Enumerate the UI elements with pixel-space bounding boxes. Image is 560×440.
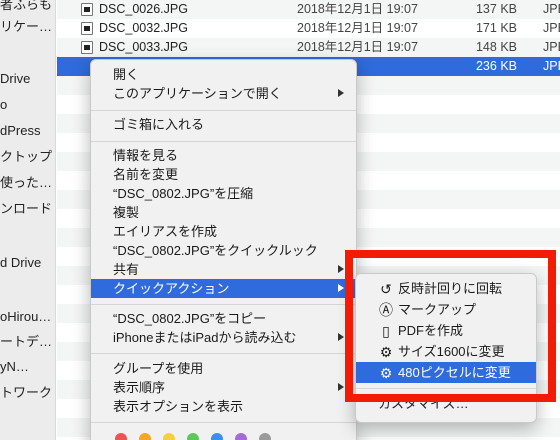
menu-item-quick-look[interactable]: “DSC_0802.JPG”をクイックルック [91, 241, 356, 260]
context-menu: 開く このアプリケーションで開く ゴミ箱に入れる 情報を見る 名前を変更 “DS… [90, 59, 357, 440]
submenu-item-label: マークアップ [398, 302, 477, 317]
submenu-item-resize-480[interactable]: ⚙ 480ピクセルに変更 [356, 362, 536, 383]
file-size: 137 KB [475, 2, 517, 16]
menu-item-use-groups[interactable]: グループを使用 [91, 359, 356, 378]
menu-item-import-from-iphone[interactable]: iPhoneまたはiPadから読み込む [91, 328, 356, 347]
file-kind: JPE [543, 2, 560, 16]
menu-item-open-with[interactable]: このアプリケーションで開く [91, 84, 356, 103]
sidebar-item[interactable]: クトップ [0, 148, 52, 166]
submenu-arrow-icon [338, 89, 344, 97]
menu-separator [91, 141, 356, 142]
finder-window: 者ふらも リケー… Drive o dPress クトップ 使った… ンロード … [0, 0, 560, 440]
tag-yellow-dot[interactable] [163, 433, 175, 440]
submenu-item-label: 反時計回りに回転 [398, 281, 503, 296]
jpeg-file-icon [81, 22, 93, 35]
sidebar-item[interactable]: dPress [0, 122, 40, 140]
file-size: 236 KB [475, 59, 517, 73]
menu-item-label: 共有 [113, 262, 140, 277]
pdf-document-icon: ▯ [382, 323, 390, 339]
menu-item-copy[interactable]: “DSC_0802.JPG”をコピー [91, 309, 356, 328]
menu-item-open[interactable]: 開く [91, 65, 356, 84]
menu-item-quick-actions[interactable]: クイックアクション [91, 279, 356, 298]
menu-separator [91, 304, 356, 305]
markup-pen-icon: Ⓐ [379, 302, 393, 318]
menu-separator [356, 388, 536, 389]
file-size: 148 KB [475, 40, 517, 54]
tag-purple-dot[interactable] [235, 433, 247, 440]
menu-item-make-alias[interactable]: エイリアスを作成 [91, 222, 356, 241]
submenu-item-customize[interactable]: カスタマイズ… [356, 393, 536, 414]
sidebar-item[interactable]: Drive [0, 70, 30, 88]
menu-separator [91, 422, 356, 423]
menu-item-label: このアプリケーションで開く [113, 86, 282, 101]
submenu-arrow-icon [338, 333, 344, 341]
menu-separator [91, 110, 356, 111]
file-name: DSC_0032.JPG [99, 21, 188, 35]
menu-item-label: 表示順序 [113, 380, 166, 395]
tag-orange-dot[interactable] [139, 433, 151, 440]
submenu-arrow-icon [338, 284, 344, 292]
tag-green-dot[interactable] [187, 433, 199, 440]
sidebar-item[interactable]: d Drive [0, 254, 41, 272]
menu-item-label: iPhoneまたはiPadから読み込む [113, 330, 297, 345]
submenu-item-rotate-left[interactable]: ↺ 反時計回りに回転 [356, 278, 536, 299]
menu-item-sort-by[interactable]: 表示順序 [91, 378, 356, 397]
sidebar-item[interactable]: 使った… [0, 174, 52, 192]
menu-item-get-info[interactable]: 情報を見る [91, 146, 356, 165]
sidebar-item[interactable]: ンロード [0, 200, 52, 218]
file-date: 2018年12月1日 19:07 [297, 2, 418, 16]
jpeg-file-icon [81, 41, 93, 54]
submenu-arrow-icon [338, 265, 344, 273]
submenu-item-label: PDFを作成 [398, 323, 464, 338]
submenu-item-resize-1600[interactable]: ⚙ サイズ1600に変更 [356, 341, 536, 362]
table-row[interactable]: DSC_0032.JPG 2018年12月1日 19:07 171 KB JPE [57, 19, 560, 38]
file-name: DSC_0026.JPG [99, 2, 188, 16]
menu-item-share[interactable]: 共有 [91, 260, 356, 279]
tag-gray-dot[interactable] [259, 433, 271, 440]
menu-item-label: クイックアクション [113, 281, 230, 296]
menu-item-show-view-options[interactable]: 表示オプションを表示 [91, 397, 356, 416]
sidebar-item[interactable]: 者ふらも [0, 0, 52, 14]
table-row[interactable]: DSC_0033.JPG 2018年12月1日 19:07 148 KB JPE [57, 38, 560, 57]
table-row[interactable]: DSC_0026.JPG 2018年12月1日 19:07 137 KB JPE [57, 0, 560, 19]
submenu-arrow-icon [338, 383, 344, 391]
sidebar-item[interactable]: yN… [0, 358, 29, 376]
tag-blue-dot[interactable] [211, 433, 223, 440]
quick-actions-submenu: ↺ 反時計回りに回転 Ⓐ マークアップ ▯ PDFを作成 ⚙ サイズ1600に変… [355, 273, 537, 423]
file-size: 171 KB [475, 21, 517, 35]
submenu-item-markup[interactable]: Ⓐ マークアップ [356, 299, 536, 320]
gear-icon: ⚙ [379, 344, 393, 360]
menu-item-rename[interactable]: 名前を変更 [91, 165, 356, 184]
gear-icon: ⚙ [379, 365, 393, 381]
sidebar-item[interactable]: o [0, 96, 7, 114]
sidebar-item[interactable]: トワーク [0, 384, 52, 402]
submenu-item-label: サイズ1600に変更 [398, 344, 505, 359]
menu-separator [91, 353, 356, 354]
file-name: DSC_0033.JPG [99, 40, 188, 54]
submenu-item-label: 480ピクセルに変更 [398, 365, 511, 380]
sidebar: 者ふらも リケー… Drive o dPress クトップ 使った… ンロード … [0, 0, 56, 440]
file-kind: JPE [543, 40, 560, 54]
file-date: 2018年12月1日 19:07 [297, 40, 418, 54]
submenu-item-create-pdf[interactable]: ▯ PDFを作成 [356, 320, 536, 341]
file-kind: JPE [543, 21, 560, 35]
sidebar-item[interactable]: リケー… [0, 18, 52, 36]
menu-item-move-to-trash[interactable]: ゴミ箱に入れる [91, 115, 356, 134]
sidebar-item[interactable]: oHirou… [0, 308, 51, 326]
tag-red-dot[interactable] [115, 433, 127, 440]
sidebar-item[interactable]: ートデ… [0, 333, 52, 351]
jpeg-file-icon [81, 3, 93, 16]
file-date: 2018年12月1日 19:07 [297, 21, 418, 35]
menu-item-duplicate[interactable]: 複製 [91, 203, 356, 222]
rotate-left-icon: ↺ [380, 281, 392, 297]
menu-item-compress[interactable]: “DSC_0802.JPG”を圧縮 [91, 184, 356, 203]
file-kind: JPE [543, 59, 560, 73]
